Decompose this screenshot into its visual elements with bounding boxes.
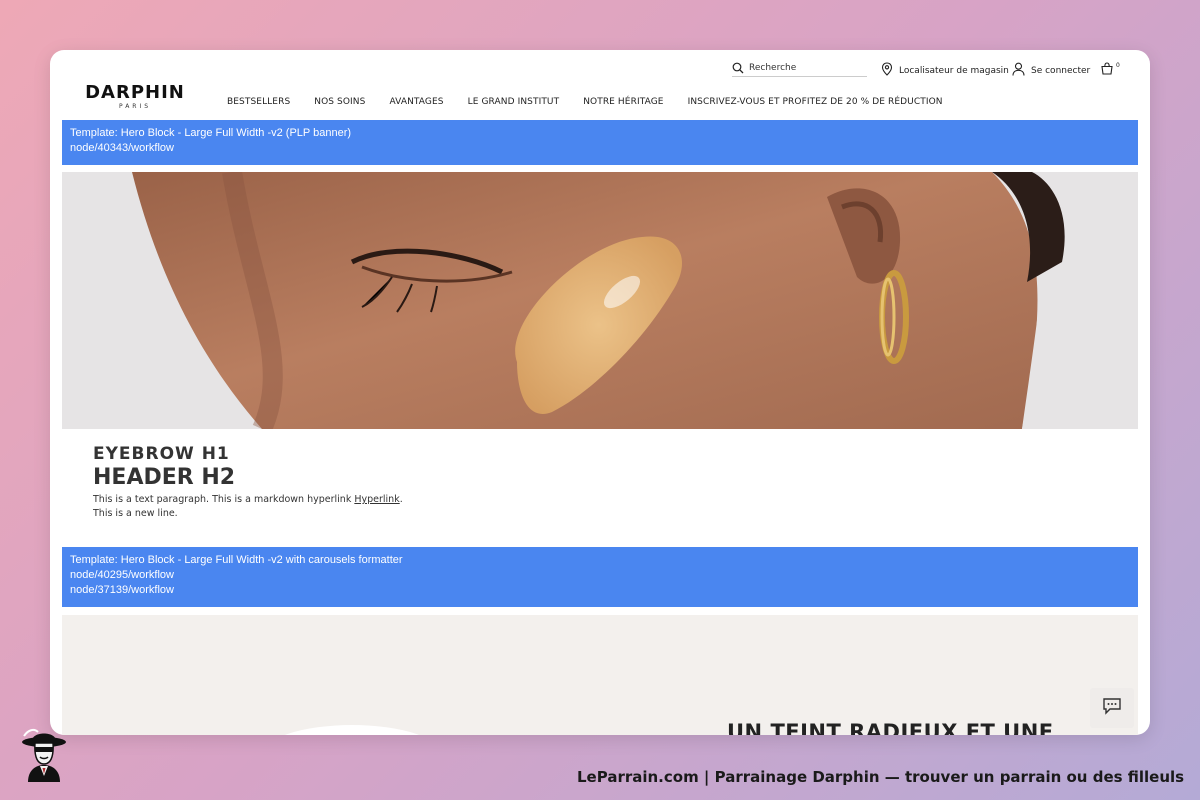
logo-subtitle: PARIS — [118, 103, 152, 110]
template-banner-plp: Template: Hero Block - Large Full Width … — [62, 120, 1138, 165]
carousel-title: UN TEINT RADIEUX ET UNE — [727, 720, 1054, 735]
search-icon[interactable] — [732, 59, 744, 78]
shopping-bag-icon — [1100, 62, 1114, 78]
store-locator-label: Localisateur de magasin — [899, 65, 1009, 76]
banner-node-path: node/37139/workflow — [70, 584, 174, 596]
user-icon — [1012, 62, 1025, 79]
search-bar[interactable] — [732, 60, 867, 77]
hero-image — [62, 172, 1138, 429]
banner-node-path: node/40295/workflow — [70, 569, 174, 581]
nav-item-grand-institut[interactable]: LE GRAND INSTITUT — [468, 97, 560, 107]
main-navigation: BESTSELLERS NOS SOINS AVANTAGES LE GRAND… — [227, 97, 943, 107]
hyperlink[interactable]: Hyperlink — [354, 494, 399, 505]
nav-item-heritage[interactable]: NOTRE HÉRITAGE — [583, 97, 663, 107]
cart-button[interactable]: 0 — [1100, 62, 1124, 78]
nav-item-signup-promo[interactable]: INSCRIVEZ-VOUS ET PROFITEZ DE 20 % DE RÉ… — [688, 97, 943, 107]
darphin-logo[interactable]: DARPHIN PARIS — [84, 83, 186, 111]
banner-template-name: Template: Hero Block - Large Full Width … — [70, 127, 352, 139]
product-shape — [262, 725, 442, 735]
paragraph-text: This is a text paragraph. This is a mark… — [93, 494, 355, 505]
store-locator-link[interactable]: Localisateur de magasin — [881, 62, 1009, 79]
hero-face-illustration — [62, 172, 1138, 429]
template-banner-carousel: Template: Hero Block - Large Full Width … — [62, 547, 1138, 607]
text-paragraph: This is a text paragraph. This is a mark… — [93, 493, 403, 521]
location-pin-icon — [881, 62, 893, 79]
footer-caption: LeParrain.com | Parrainage Darphin — tro… — [577, 768, 1185, 786]
chat-button[interactable] — [1090, 688, 1134, 728]
logo-brand: DARPHIN — [85, 82, 185, 103]
paragraph-end: . — [399, 494, 403, 505]
nav-item-nos-soins[interactable]: NOS SOINS — [314, 97, 365, 107]
login-link[interactable]: Se connecter — [1012, 62, 1090, 79]
chat-icon — [1102, 697, 1122, 719]
header-heading: HEADER H2 — [93, 465, 236, 490]
hero-carousel: UN TEINT RADIEUX ET UNE — [62, 615, 1138, 735]
leparrain-mascot-logo — [18, 728, 70, 782]
nav-item-bestsellers[interactable]: BESTSELLERS — [227, 97, 290, 107]
login-label: Se connecter — [1031, 65, 1091, 76]
paragraph-new-line: This is a new line. — [93, 508, 178, 519]
eyebrow-heading: EYEBROW H1 — [93, 444, 230, 464]
cart-count: 0 — [1116, 61, 1120, 69]
banner-node-path: node/40343/workflow — [70, 142, 174, 154]
nav-item-avantages[interactable]: AVANTAGES — [389, 97, 443, 107]
hero-text-block: EYEBROW H1 HEADER H2 This is a text para… — [93, 443, 403, 521]
browser-window: DARPHIN PARIS Localisateur de magasin Se… — [50, 50, 1150, 735]
banner-template-name: Template: Hero Block - Large Full Width … — [70, 554, 403, 566]
search-input[interactable] — [749, 63, 859, 73]
